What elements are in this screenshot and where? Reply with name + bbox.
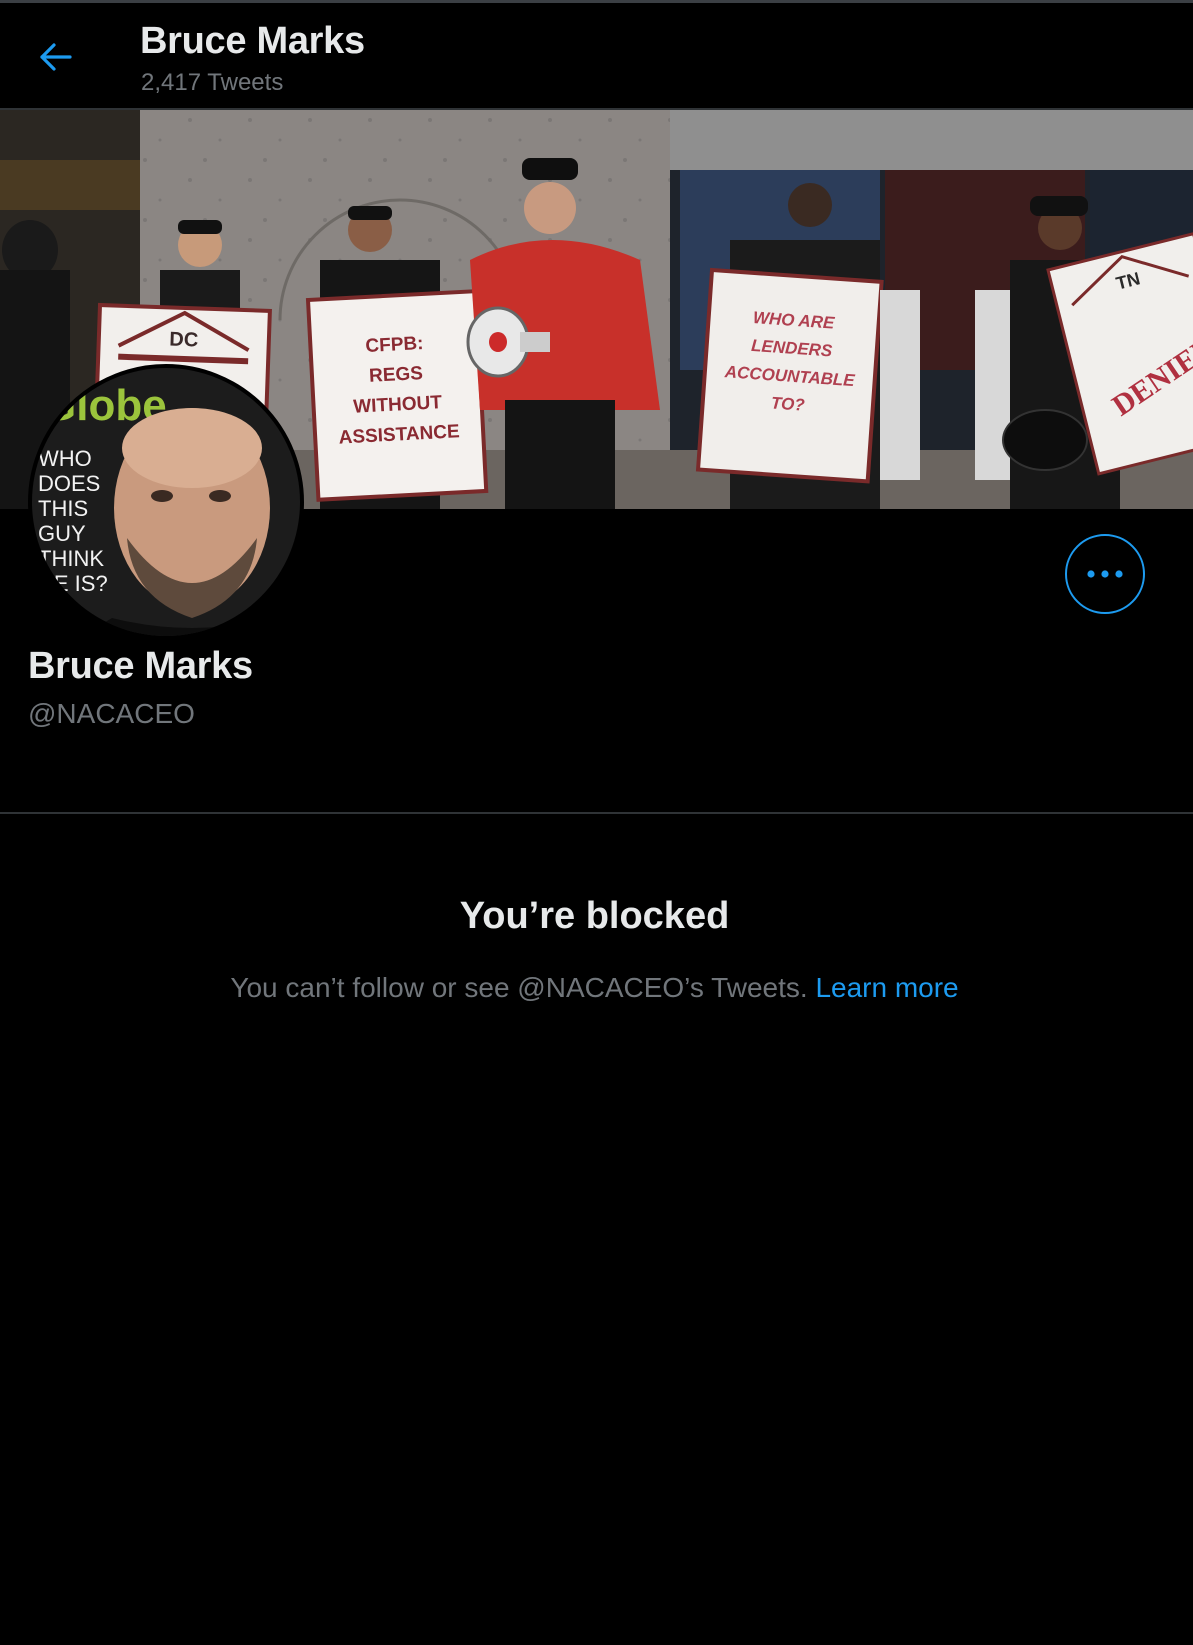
profile-header: Bruce Marks 2,417 Tweets	[0, 3, 1193, 108]
profile-avatar[interactable]: Globe WHO DOES THIS GUY THINK HE IS?	[28, 364, 304, 640]
header-title: Bruce Marks	[140, 20, 365, 62]
avatar-cover-line3: THIS	[38, 496, 88, 521]
blocked-message: You can’t follow or see @NACACEO’s Tweet…	[230, 972, 808, 1003]
blocked-message-container: You can’t follow or see @NACACEO’s Tweet…	[0, 972, 1189, 1004]
sign-cfpb-line2: REGS	[369, 363, 424, 387]
sign-dc-text: DC	[169, 328, 199, 351]
avatar-photo: Globe WHO DOES THIS GUY THINK HE IS?	[32, 368, 300, 636]
blocked-title: You’re blocked	[459, 895, 730, 937]
learn-more-link[interactable]: Learn more	[815, 972, 958, 1003]
profile-page: Bruce Marks 2,417 Tweets DC CFPB: REGS W…	[0, 0, 1193, 1645]
avatar-cover-line5: THINK	[38, 546, 104, 571]
sign-who-line4: TO?	[770, 393, 806, 414]
avatar-cover-line6: HE IS?	[38, 571, 108, 596]
more-horizontal-icon	[1087, 570, 1123, 578]
profile-name: Bruce Marks	[28, 645, 253, 687]
tweet-count: 2,417 Tweets	[141, 69, 284, 96]
back-button[interactable]	[34, 35, 78, 79]
avatar-cover-line2: DOES	[38, 471, 100, 496]
more-button[interactable]	[1065, 534, 1145, 614]
profile-handle: @NACACEO	[28, 698, 195, 729]
sign-cfpb-line1: CFPB:	[365, 333, 424, 357]
avatar-cover-line1: WHO	[38, 446, 92, 471]
arrow-left-icon	[40, 43, 72, 71]
content-divider	[0, 812, 1193, 814]
avatar-cover-line4: GUY	[38, 521, 86, 546]
